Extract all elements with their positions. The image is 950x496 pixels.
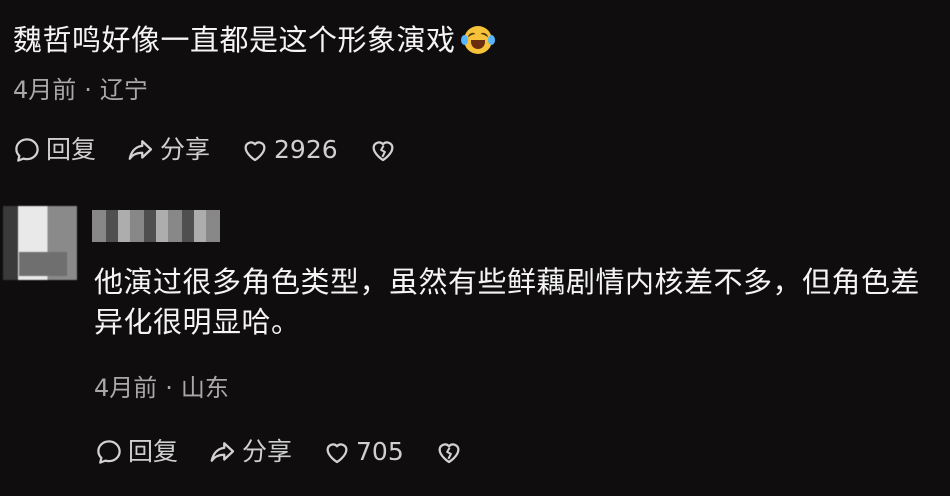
like-count: 2926	[274, 135, 338, 164]
comment-actions: 回复 分享 2926	[12, 134, 432, 166]
like-count: 705	[356, 437, 404, 466]
broken-heart-icon	[438, 443, 460, 464]
username-redacted[interactable]	[92, 210, 220, 242]
reply-label: 回复	[46, 135, 97, 164]
avatar[interactable]	[3, 206, 77, 280]
comment-meta: 4月前 · 辽宁	[13, 75, 148, 105]
share-arrow-icon	[210, 442, 235, 462]
comment-meta: 4月前 · 山东	[94, 373, 229, 403]
comment-actions: 回复 分享 705	[94, 436, 498, 468]
like-button[interactable]: 705	[322, 436, 404, 468]
laughing-crying-face-icon	[460, 26, 495, 54]
dislike-button[interactable]	[368, 135, 402, 165]
comment-text: 魏哲鸣好像一直都是这个形象演戏	[13, 20, 495, 60]
comment-time: 4月前	[94, 374, 158, 402]
comment-text-content: 魏哲鸣好像一直都是这个形象演戏	[13, 23, 456, 57]
comment-text: 他演过很多角色类型，虽然有些鲜藕剧情内核差不多，但角色差异化很明显哈。	[94, 265, 921, 339]
comment-location: 山东	[180, 374, 229, 402]
reply-button[interactable]: 回复	[94, 436, 178, 468]
share-arrow-icon	[128, 140, 153, 160]
share-label: 分享	[242, 437, 293, 466]
reply-label: 回复	[128, 437, 179, 466]
reply-button[interactable]: 回复	[12, 134, 96, 166]
share-label: 分享	[160, 135, 211, 164]
dislike-button[interactable]	[434, 437, 468, 467]
broken-heart-icon	[372, 141, 394, 162]
share-button[interactable]: 分享	[208, 436, 292, 468]
like-button[interactable]: 2926	[240, 134, 338, 166]
comment-time: 4月前	[13, 76, 77, 104]
meta-separator: ·	[165, 374, 173, 402]
share-button[interactable]: 分享	[126, 134, 210, 166]
reply-bubble-icon	[15, 138, 39, 162]
heart-icon	[244, 141, 266, 162]
comment-location: 辽宁	[99, 76, 148, 104]
heart-icon	[326, 443, 348, 464]
reply-bubble-icon	[97, 440, 121, 464]
meta-separator: ·	[84, 76, 92, 104]
